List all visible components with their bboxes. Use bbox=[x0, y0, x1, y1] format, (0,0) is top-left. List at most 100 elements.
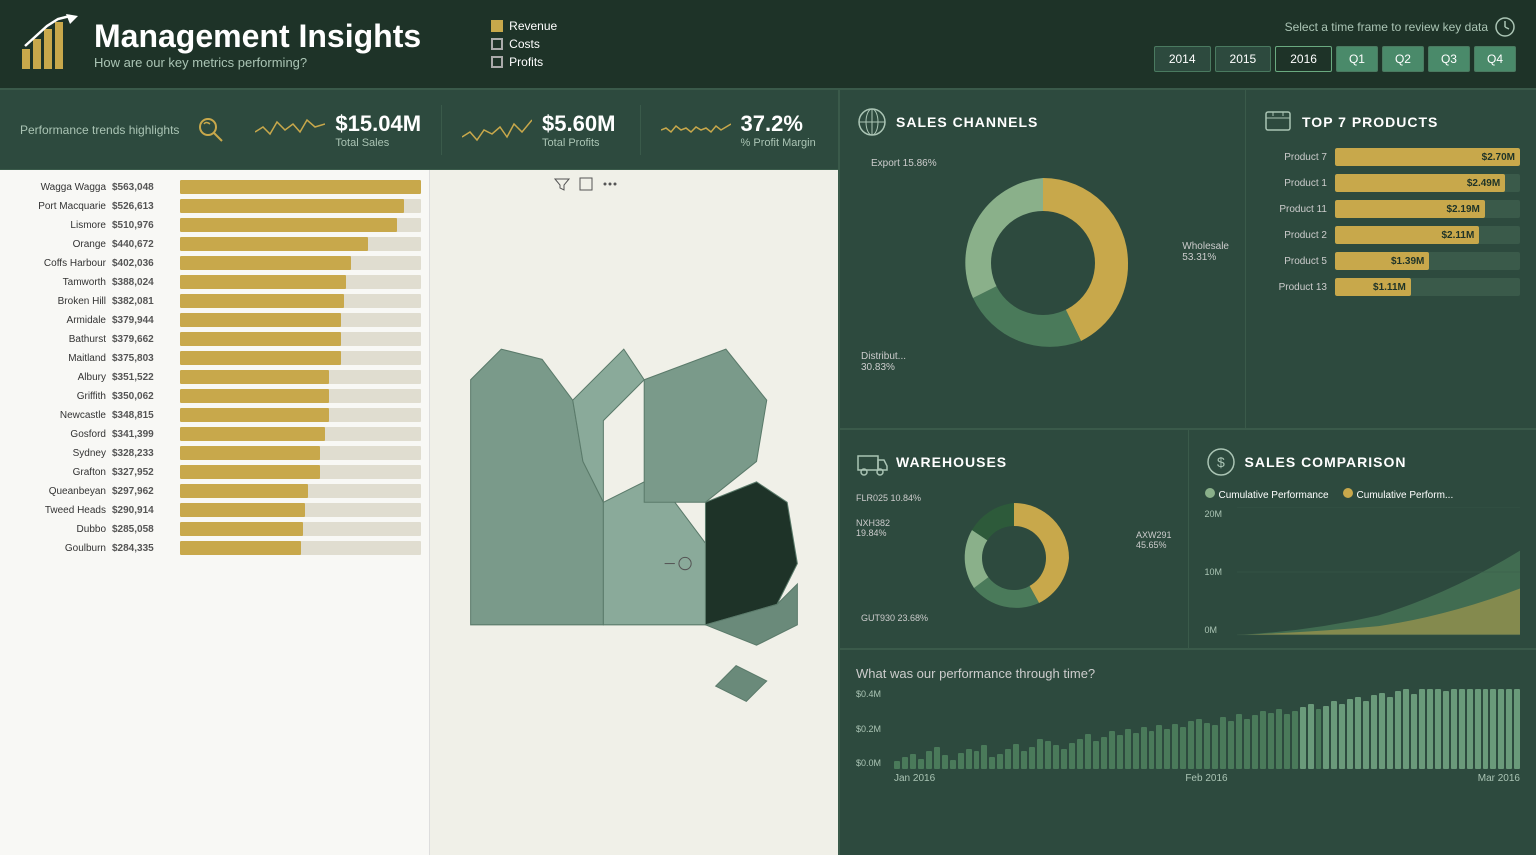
sparkline-profits bbox=[462, 112, 532, 147]
city-value: $563,048 bbox=[112, 182, 174, 193]
bar-track bbox=[180, 503, 421, 517]
list-item bbox=[1164, 729, 1170, 769]
list-item bbox=[1220, 717, 1226, 769]
kpi-total-profits: $5.60M Total Profits bbox=[462, 111, 619, 149]
product-bar-track: $2.70M bbox=[1335, 148, 1520, 166]
top7-header: TOP 7 PRODUCTS bbox=[1262, 106, 1520, 138]
product-bar-track: $1.39M bbox=[1335, 252, 1520, 270]
list-item bbox=[942, 755, 948, 769]
list-item bbox=[1109, 731, 1115, 769]
header-controls: Select a time frame to review key data 2… bbox=[1154, 16, 1516, 72]
list-item bbox=[1514, 689, 1520, 769]
list-item bbox=[1451, 689, 1457, 769]
list-item bbox=[1395, 691, 1401, 769]
bar-fill bbox=[180, 484, 308, 498]
product-bar-value: $2.19M bbox=[1446, 204, 1479, 215]
city-value: $440,672 bbox=[112, 239, 174, 250]
city-value: $526,613 bbox=[112, 201, 174, 212]
table-row: Port Macquarie $526,613 bbox=[16, 199, 421, 213]
table-row: Grafton $327,952 bbox=[16, 465, 421, 479]
year-2015-btn[interactable]: 2015 bbox=[1215, 46, 1272, 72]
list-item bbox=[1308, 704, 1314, 769]
list-item bbox=[1467, 689, 1473, 769]
list-item bbox=[1156, 725, 1162, 769]
list-item bbox=[1077, 739, 1083, 769]
product-bar-fill: $1.39M bbox=[1335, 252, 1429, 270]
list-item bbox=[1005, 749, 1011, 769]
list-item bbox=[1069, 743, 1075, 769]
kpi-profit-margin: 37.2% % Profit Margin bbox=[661, 111, 818, 149]
profit-margin-label: % Profit Margin bbox=[741, 137, 816, 149]
sales-channels-header: SALES CHANNELS bbox=[856, 106, 1229, 138]
performance-y-axis: $0.4M $0.2M $0.0M bbox=[856, 689, 881, 768]
legend-area: Revenue Costs Profits bbox=[491, 19, 557, 69]
bar-fill bbox=[180, 522, 303, 536]
year-2016-btn[interactable]: 2016 bbox=[1275, 46, 1332, 72]
list-item bbox=[1284, 714, 1290, 769]
city-value: $402,036 bbox=[112, 258, 174, 269]
q4-btn[interactable]: Q4 bbox=[1474, 46, 1516, 72]
city-value: $382,081 bbox=[112, 296, 174, 307]
comparison-chart: 20M 10M 0M bbox=[1205, 507, 1521, 637]
q2-btn[interactable]: Q2 bbox=[1382, 46, 1424, 72]
profit-margin-value: 37.2% bbox=[741, 111, 816, 137]
bar-track bbox=[180, 256, 421, 270]
revenue-label: Revenue bbox=[509, 19, 557, 33]
bar-track bbox=[180, 237, 421, 251]
bar-track bbox=[180, 275, 421, 289]
nxh382-label: NXH38219.84% bbox=[856, 518, 890, 538]
bar-fill bbox=[180, 427, 325, 441]
warehouses-title: WAREHOUSES bbox=[896, 454, 1007, 470]
warehouses-header: WAREHOUSES bbox=[856, 446, 1172, 478]
list-item bbox=[1093, 741, 1099, 769]
q3-btn[interactable]: Q3 bbox=[1428, 46, 1470, 72]
time-buttons: 2014 2015 2016 Q1 Q2 Q3 Q4 bbox=[1154, 46, 1516, 72]
list-item bbox=[1459, 689, 1465, 769]
table-row: Dubbo $285,058 bbox=[16, 522, 421, 536]
table-row: Broken Hill $382,081 bbox=[16, 294, 421, 308]
legend-cumperf1-dot bbox=[1205, 488, 1215, 498]
city-name: Bathurst bbox=[16, 334, 106, 345]
performance-chart-inner: Jan 2016 Feb 2016 Mar 2016 bbox=[894, 689, 1520, 784]
table-row: Orange $440,672 bbox=[16, 237, 421, 251]
list-item bbox=[1029, 747, 1035, 769]
globe-icon bbox=[856, 106, 888, 138]
city-name: Armidale bbox=[16, 315, 106, 326]
time-label: Select a time frame to review key data bbox=[1285, 16, 1516, 38]
costs-dot bbox=[491, 38, 503, 50]
bar-fill bbox=[180, 503, 305, 517]
product-bar-track: $2.49M bbox=[1335, 174, 1520, 192]
sales-channels-title: SALES CHANNELS bbox=[896, 114, 1038, 130]
bar-fill bbox=[180, 465, 320, 479]
city-name: Broken Hill bbox=[16, 296, 106, 307]
gut930-label: GUT930 23.68% bbox=[861, 613, 928, 623]
truck-icon bbox=[856, 446, 888, 478]
city-value: $290,914 bbox=[112, 505, 174, 516]
bar-fill bbox=[180, 180, 421, 194]
list-item bbox=[1085, 734, 1091, 769]
city-name: Queanbeyan bbox=[16, 486, 106, 497]
performance-section: What was our performance through time? $… bbox=[840, 650, 1536, 855]
list-item bbox=[1316, 709, 1322, 769]
list-item bbox=[1379, 693, 1385, 769]
list-item bbox=[1268, 713, 1274, 769]
city-value: $379,944 bbox=[112, 315, 174, 326]
legend-cumperf2-dot bbox=[1343, 488, 1353, 498]
sparkline-margin bbox=[661, 112, 731, 147]
city-name: Dubbo bbox=[16, 524, 106, 535]
svg-text:$: $ bbox=[1217, 454, 1225, 470]
bar-fill bbox=[180, 256, 351, 270]
y-axis: 20M 10M 0M bbox=[1205, 507, 1223, 637]
total-profits-value: $5.60M bbox=[542, 111, 615, 137]
table-row: Sydney $328,233 bbox=[16, 446, 421, 460]
export-label: Export 15.86% bbox=[871, 158, 937, 169]
q1-btn[interactable]: Q1 bbox=[1336, 46, 1378, 72]
cart-icon bbox=[1262, 106, 1294, 138]
warehouse-donut-container: FLR025 10.84% NXH38219.84% AXW29145.65% … bbox=[856, 488, 1172, 628]
city-name: Gosford bbox=[16, 429, 106, 440]
top7-title: TOP 7 PRODUCTS bbox=[1302, 114, 1438, 130]
bar-fill bbox=[180, 199, 404, 213]
list-item bbox=[1204, 723, 1210, 769]
city-name: Griffith bbox=[16, 391, 106, 402]
year-2014-btn[interactable]: 2014 bbox=[1154, 46, 1211, 72]
